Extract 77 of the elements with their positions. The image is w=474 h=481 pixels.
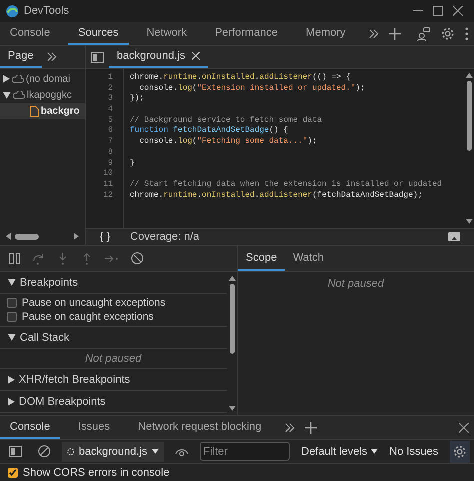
- pretty-print-button[interactable]: { }: [94, 230, 116, 244]
- scroll-left-icon: [6, 233, 11, 240]
- scroll-up-icon: [228, 276, 236, 281]
- collapse-arrow-icon: [8, 334, 16, 341]
- tab[interactable]: Watch: [285, 246, 332, 271]
- tab[interactable]: Issues: [68, 416, 120, 439]
- scrollbar-thumb[interactable]: [466, 81, 472, 151]
- checkbox-label: Show CORS errors in console: [23, 466, 170, 478]
- tree-item[interactable]: backgro: [0, 103, 85, 119]
- scroll-up-icon: [466, 73, 472, 78]
- checkbox[interactable]: [7, 298, 17, 308]
- scroll-down-icon: [466, 219, 472, 224]
- tree-item[interactable]: lkapoggkc: [0, 87, 85, 103]
- line-number: 10: [102, 169, 113, 180]
- settings-icon[interactable]: [453, 444, 468, 458]
- tab[interactable]: Console: [0, 416, 60, 439]
- expand-arrow-icon: [3, 75, 10, 83]
- line-number: 7: [107, 137, 113, 148]
- tab[interactable]: Scope: [238, 246, 286, 271]
- levels-dropdown[interactable]: Default levels: [296, 444, 384, 458]
- code-line: chrome.runtime.onInstalled.addListener(fetchDataAndSetBadge);: [130, 190, 424, 202]
- tab[interactable]: Network request blocking: [128, 416, 272, 439]
- issues-label: No Issues: [390, 446, 438, 458]
- expand-arrow-icon: [8, 376, 15, 384]
- gear-icon: [67, 448, 75, 456]
- code-line: // Start fetching data when the extension is installed or updated: [130, 180, 444, 191]
- collapse-arrow-icon: [3, 92, 11, 98]
- scrollbar-thumb[interactable]: [15, 234, 39, 240]
- checkbox-label: Pause on caught exceptions: [22, 311, 154, 323]
- code-line: chrome.runtime.onInstalled.addListener(() => {: [130, 73, 352, 84]
- status-message: Not paused: [0, 349, 227, 369]
- file-icon: [30, 106, 39, 116]
- line-number: 2: [107, 84, 113, 94]
- code-line: }: [130, 158, 136, 170]
- scroll-right-icon: [74, 233, 79, 240]
- caret-icon: [370, 449, 378, 454]
- line-number: 9: [107, 158, 113, 170]
- line-number: 11: [102, 180, 113, 191]
- tab[interactable]: Performance: [205, 22, 288, 45]
- section-header[interactable]: Call Stack: [0, 327, 227, 349]
- status-message: Not paused: [326, 277, 386, 292]
- section-header[interactable]: Breakpoints: [0, 272, 227, 294]
- checkbox[interactable]: [7, 312, 17, 322]
- section-header[interactable]: DOM Breakpoints: [0, 391, 227, 413]
- code-line: console.log("Extension installed or updated.");: [138, 84, 366, 94]
- checkbox[interactable]: [8, 468, 18, 478]
- line-number: 8: [107, 148, 113, 158]
- context-dropdown[interactable]: background.js: [62, 442, 164, 462]
- globe-icon: [6, 4, 19, 18]
- tab[interactable]: Console: [0, 22, 60, 45]
- code-line: });: [130, 94, 146, 106]
- expand-arrow-icon: [8, 398, 15, 406]
- tree-item[interactable]: (no domai: [0, 71, 85, 87]
- section-header[interactable]: XHR/fetch Breakpoints: [0, 369, 227, 391]
- window-title: DevTools: [24, 5, 70, 17]
- caret-icon: [152, 449, 158, 454]
- cloud-icon: [13, 91, 25, 99]
- close-icon: [192, 52, 200, 60]
- scroll-down-icon: [228, 406, 236, 411]
- filter-field[interactable]: Filter: [200, 442, 290, 461]
- line-number: 3: [107, 94, 113, 106]
- line-number: 4: [107, 105, 113, 116]
- scrollbar-thumb[interactable]: [230, 284, 234, 354]
- checkbox-label: Pause on uncaught exceptions: [22, 297, 166, 309]
- cloud-icon: [12, 75, 24, 83]
- code-line: console.log("Fetching some data...");: [138, 137, 318, 148]
- code-line: function fetchDataAndSetBadge() {: [130, 126, 290, 137]
- coverage-label: Coverage: n/a: [130, 231, 200, 243]
- line-number: 5: [107, 116, 113, 126]
- line-number: 1: [107, 73, 113, 84]
- tab[interactable]: Page: [0, 46, 42, 68]
- collapse-arrow-icon: [8, 279, 16, 286]
- code-line: // Background service to fetch some data: [130, 116, 324, 126]
- tab[interactable]: Memory: [296, 22, 356, 45]
- tab[interactable]: Network: [136, 22, 198, 45]
- line-number: 12: [102, 190, 113, 202]
- line-number: 6: [107, 126, 113, 138]
